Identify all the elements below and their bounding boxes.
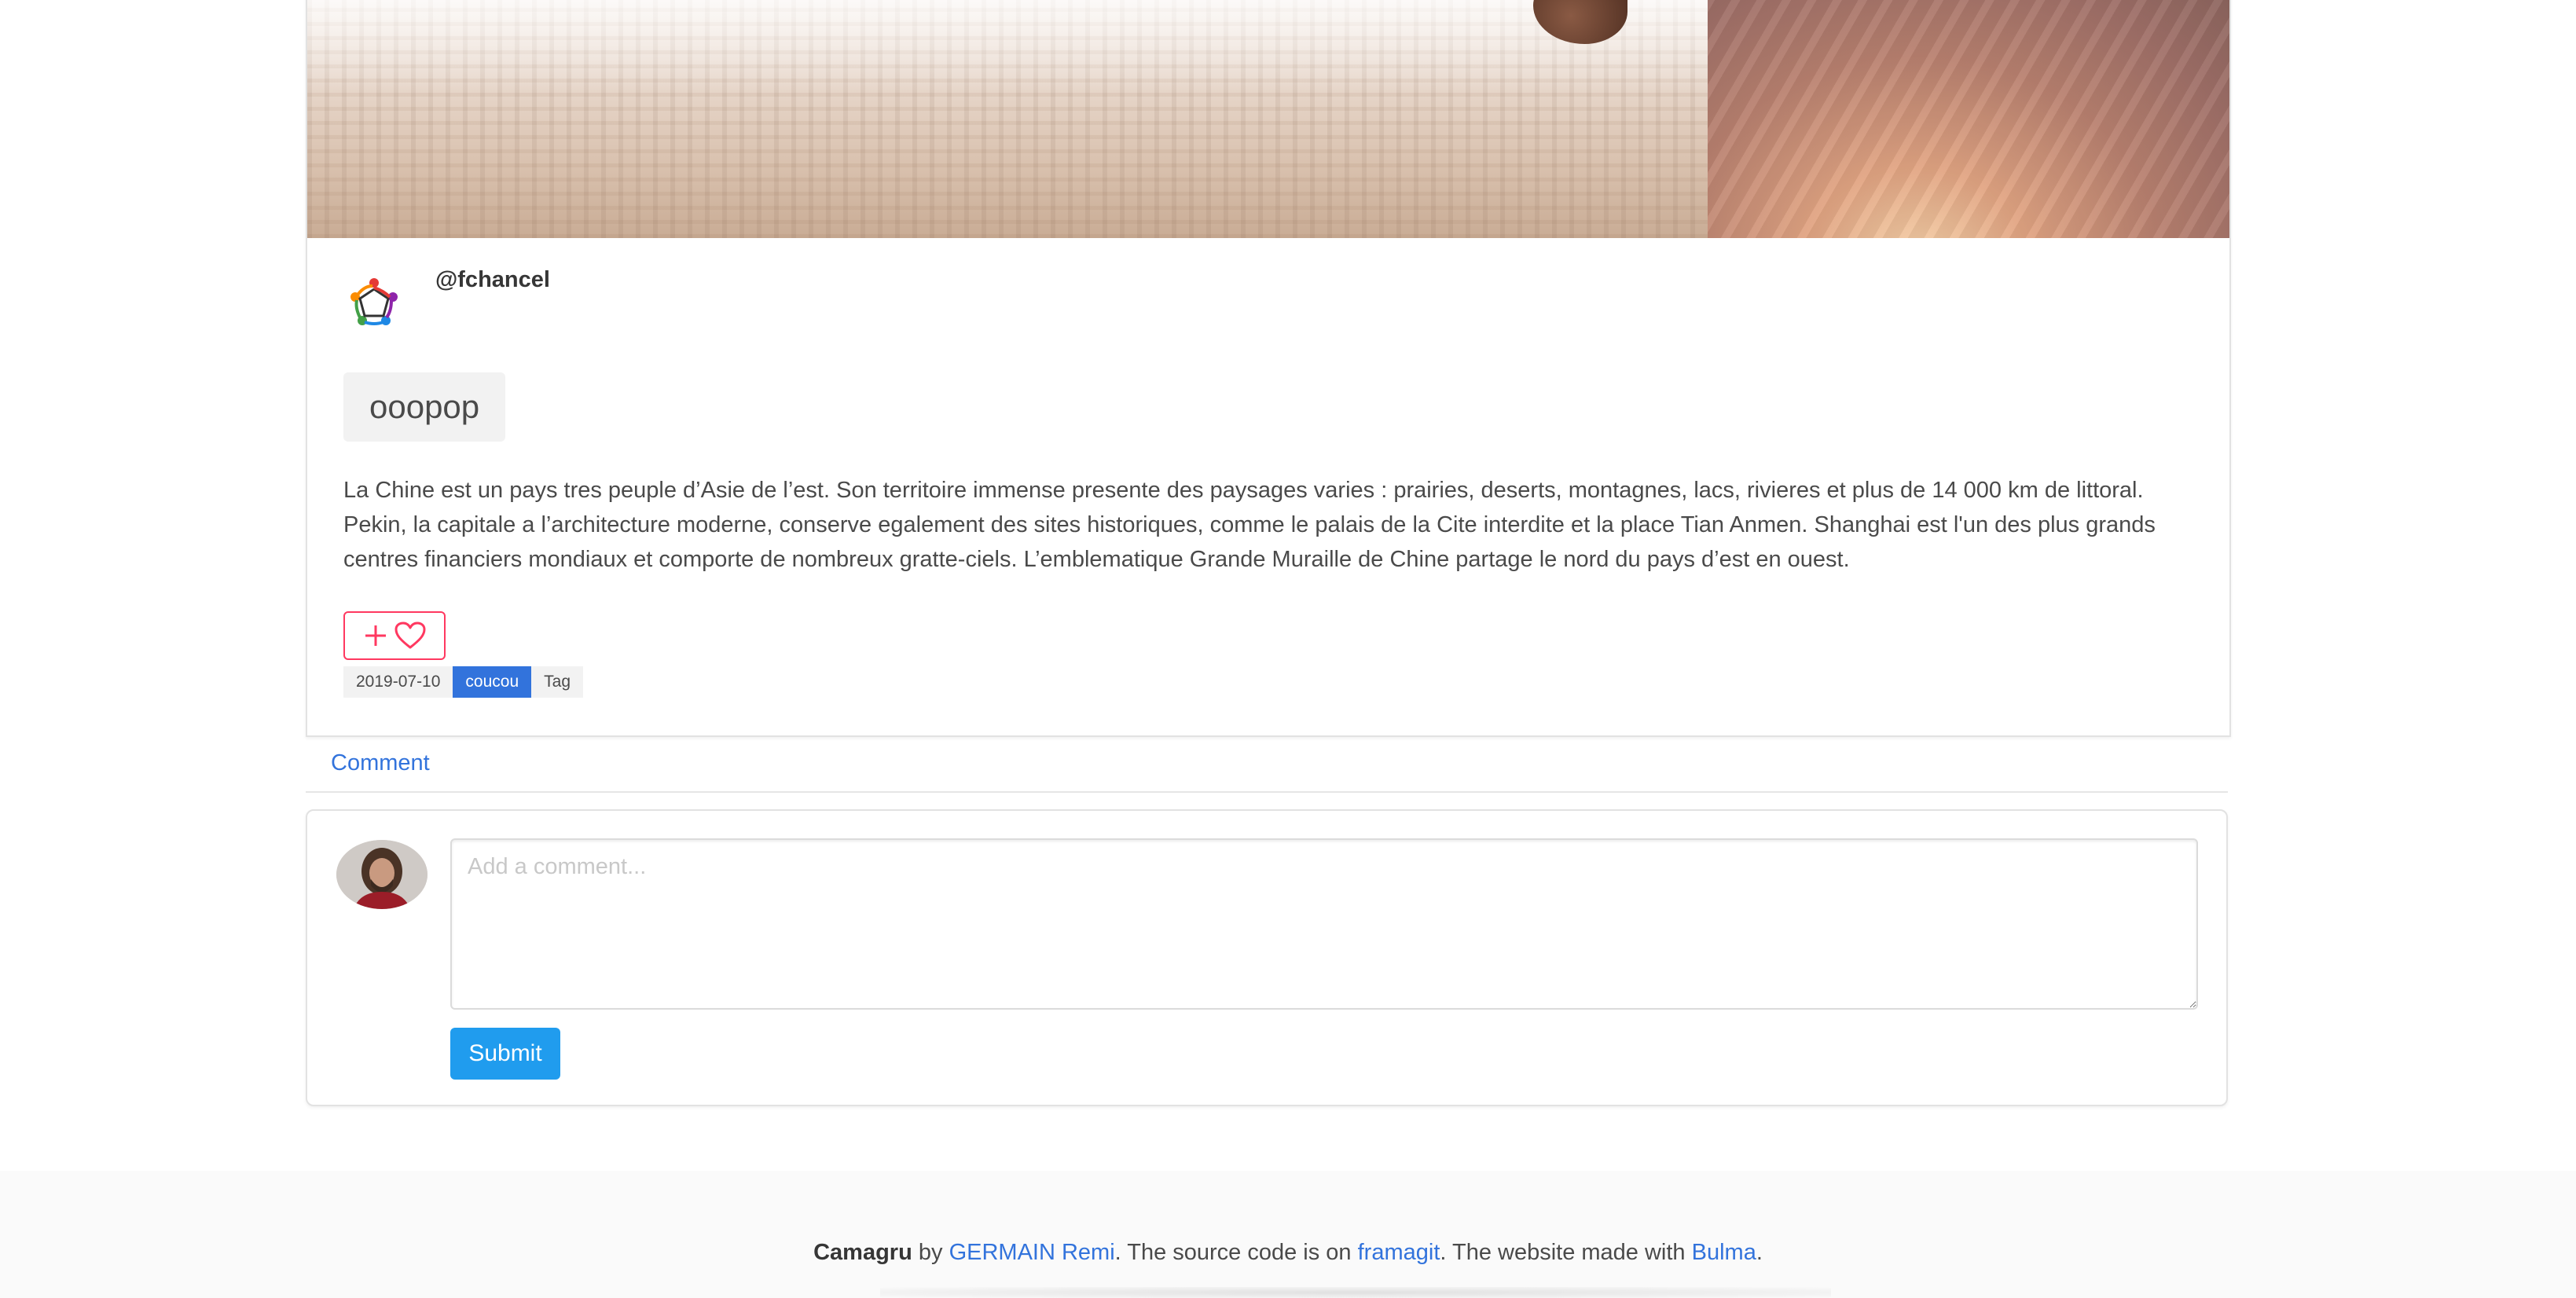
user-logo-icon (350, 278, 398, 325)
post-title: ooopop (343, 372, 506, 442)
framework-link[interactable]: Bulma (1692, 1240, 1756, 1265)
tag-coucou[interactable]: coucou (453, 666, 532, 698)
tag-tag[interactable]: Tag (531, 666, 583, 698)
overlay-photo (1708, 0, 2229, 238)
comment-input[interactable] (450, 838, 2198, 1010)
avatar (336, 840, 427, 909)
like-button[interactable] (343, 611, 446, 660)
footer-brand: Camagru (813, 1240, 912, 1265)
post-description: La Chine est un pays tres peuple d’Asie … (343, 478, 2156, 572)
post-card: @fchancel ooopop La Chine est un pays tr… (306, 0, 2231, 737)
date-tag: 2019-07-10 (343, 666, 453, 698)
heart-icon (394, 622, 426, 649)
tab-comment[interactable]: Comment (331, 750, 430, 776)
post-tags: 2019-07-10 coucou Tag (343, 666, 583, 698)
source-link[interactable]: framagit (1358, 1240, 1440, 1265)
footer: Camagru by GERMAIN Remi. The source code… (0, 1171, 2576, 1298)
author-link[interactable]: GERMAIN Remi (949, 1240, 1115, 1265)
footer-text: Camagru by GERMAIN Remi. The source code… (813, 1240, 1763, 1265)
post-username[interactable]: @fchancel (435, 267, 550, 293)
plus-icon (365, 625, 386, 646)
post-image (307, 0, 2229, 238)
submit-button[interactable]: Submit (450, 1028, 560, 1080)
comment-form: Submit (306, 809, 2228, 1106)
tab-divider (306, 791, 2228, 793)
